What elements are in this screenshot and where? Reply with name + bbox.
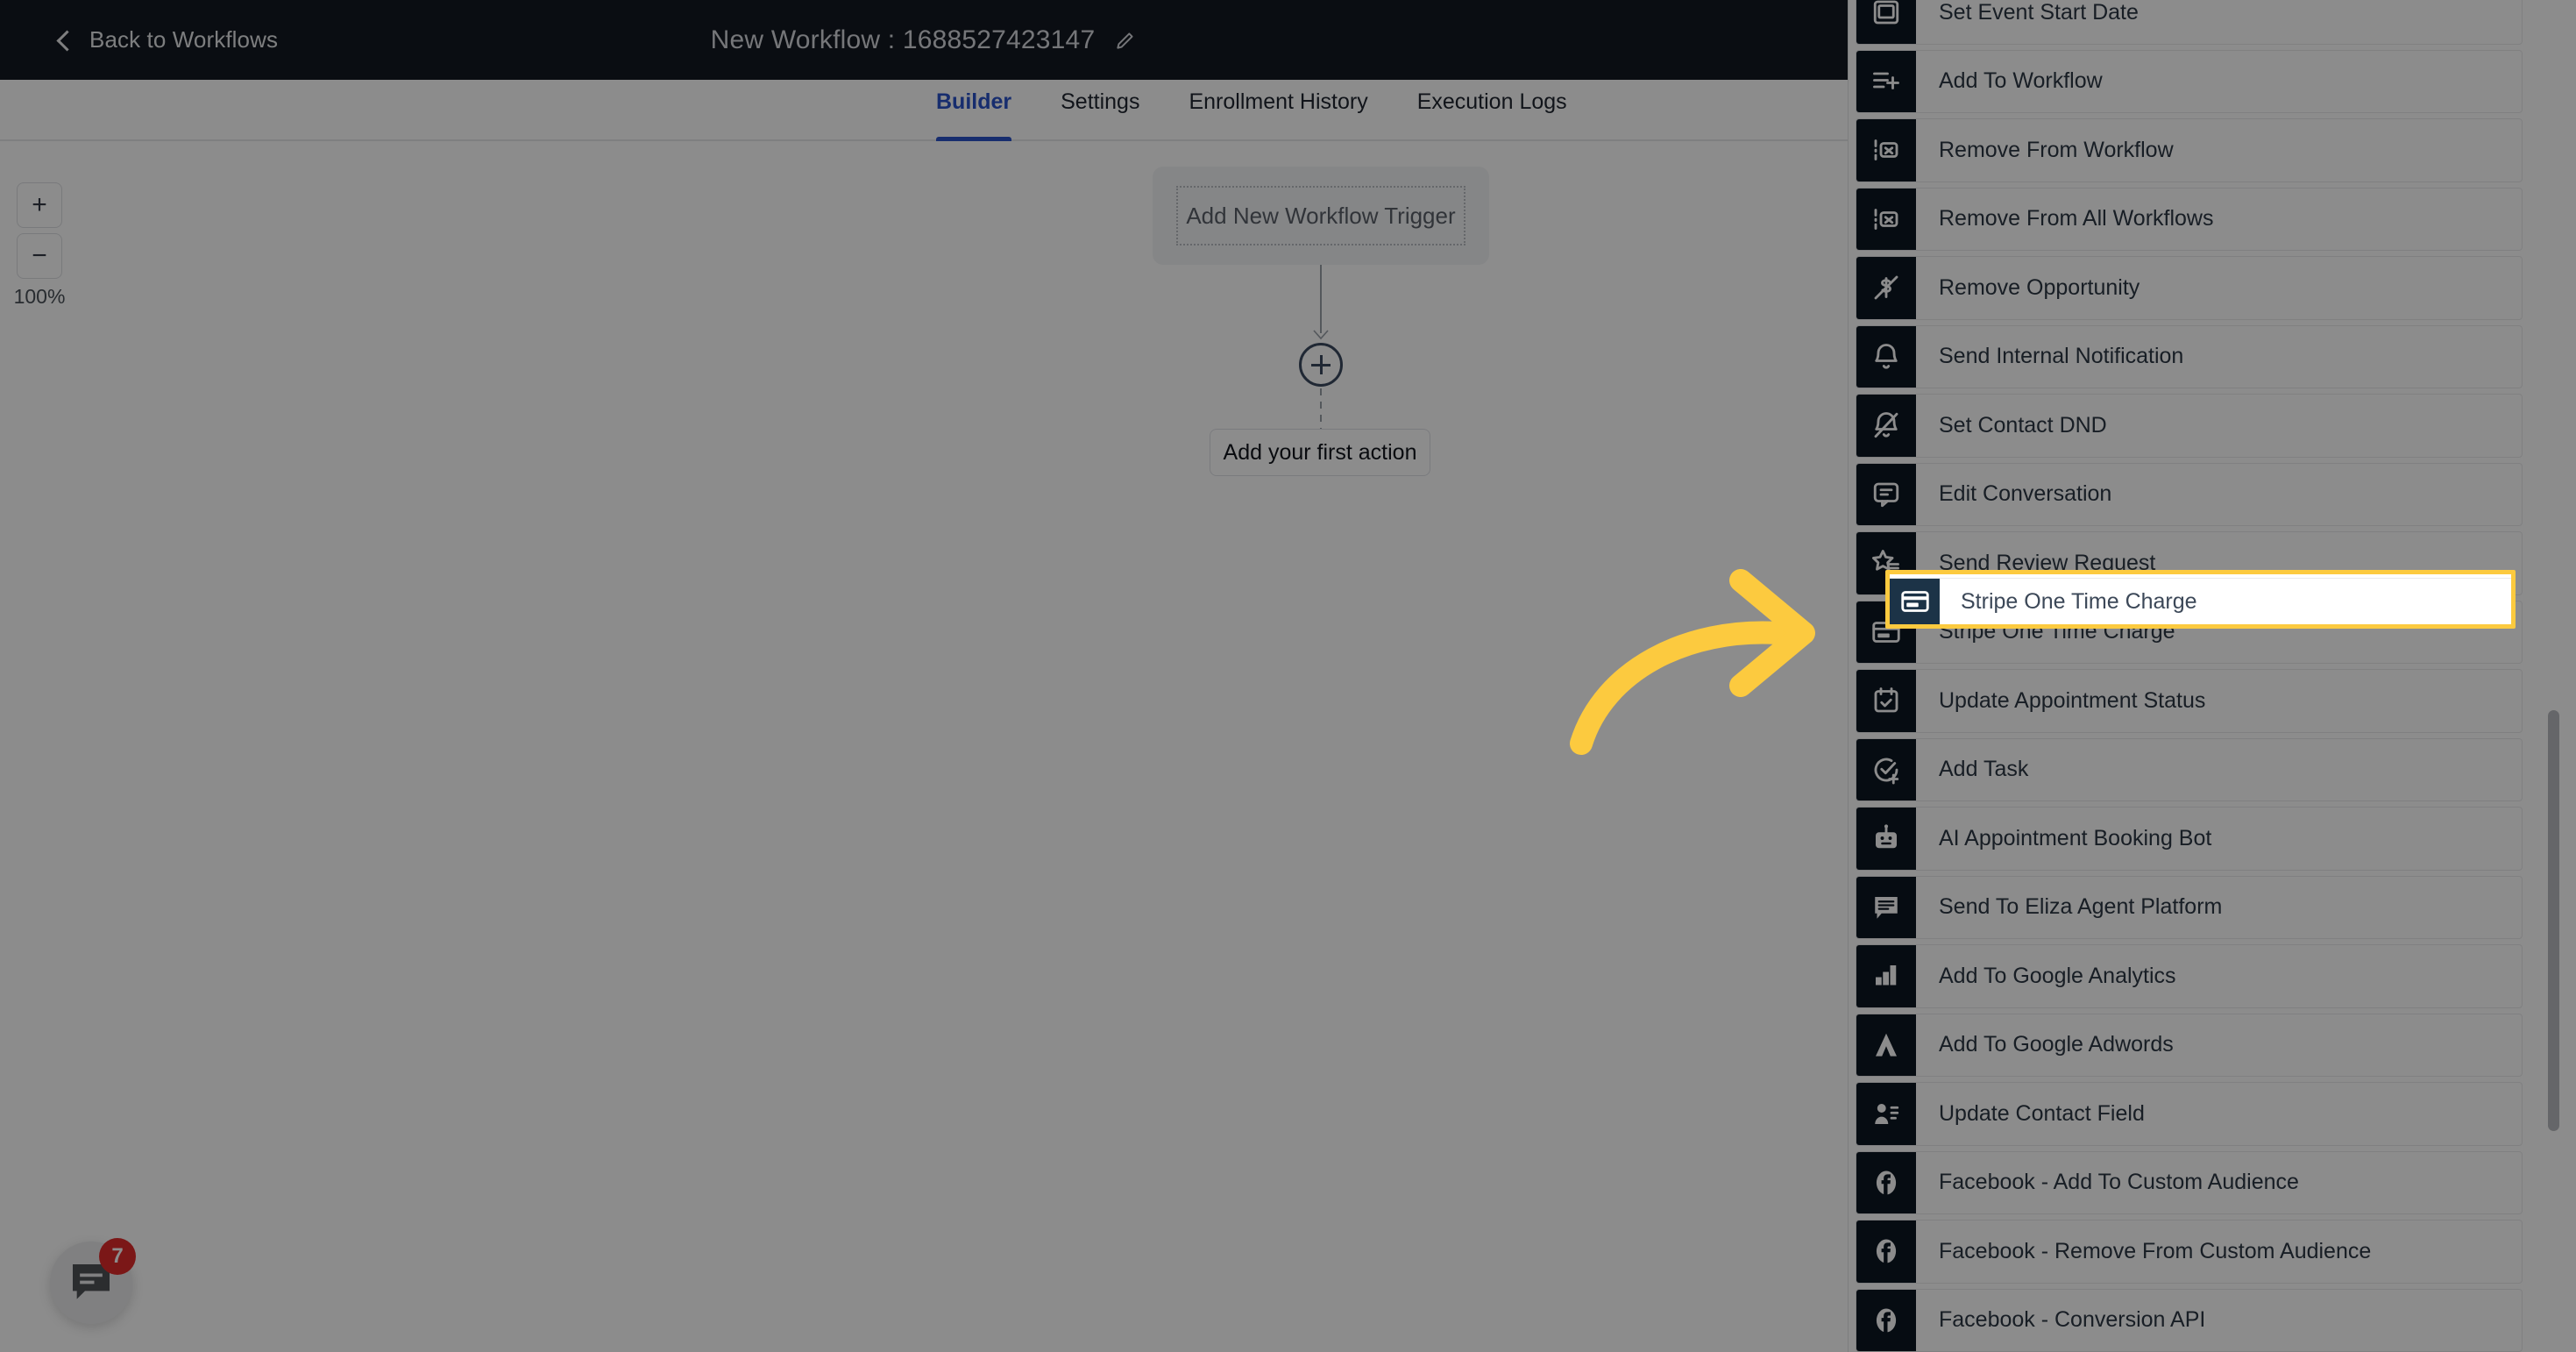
zoom-in-button[interactable]: + xyxy=(17,182,62,228)
action-list-item[interactable]: AI Appointment Booking Bot xyxy=(1848,804,2576,873)
action-list-item[interactable]: Facebook - Remove From Custom Audience xyxy=(1848,1217,2576,1286)
actions-side-panel: Set Event Start Date Add To Workflow Remov… xyxy=(1848,0,2576,1352)
action-list-item-label: Update Appointment Status xyxy=(1939,687,2206,713)
action-list-item-label: Send Internal Notification xyxy=(1939,344,2184,369)
action-list-item-label: Add To Google Adwords xyxy=(1939,1032,2174,1057)
add-node-plus-button[interactable] xyxy=(1299,343,1343,387)
zoom-level-label: 100% xyxy=(13,285,66,308)
tab-list: Builder Settings Enrollment History Exec… xyxy=(936,80,1616,141)
action-list-item[interactable]: Remove From Workflow xyxy=(1848,116,2576,185)
action-list-item-label: Facebook - Conversion API xyxy=(1939,1307,2206,1333)
highlighted-action-label: Stripe One Time Charge xyxy=(1961,588,2197,614)
tab-enrollment-history[interactable]: Enrollment History xyxy=(1189,80,1367,141)
list-plus-icon xyxy=(1856,50,1916,112)
zoom-out-button[interactable]: − xyxy=(17,233,62,279)
panel-scrollbar-thumb[interactable] xyxy=(2548,710,2559,1131)
google-ads-icon xyxy=(1856,1014,1916,1076)
analytics-bar-icon xyxy=(1856,945,1916,1007)
connector-arrowhead-icon xyxy=(1313,329,1329,340)
action-list-item[interactable]: Add To Google Analytics xyxy=(1848,942,2576,1011)
action-list-item-label: Send To Eliza Agent Platform xyxy=(1939,894,2223,920)
tab-bar: Builder Settings Enrollment History Exec… xyxy=(0,80,1848,141)
action-list-item-label: Add To Workflow xyxy=(1939,68,2103,94)
tab-execution-logs[interactable]: Execution Logs xyxy=(1417,80,1567,141)
action-list-item-label: Update Contact Field xyxy=(1939,1100,2145,1126)
check-circle-plus-icon xyxy=(1856,738,1916,801)
action-list-item-label: Remove Opportunity xyxy=(1939,274,2140,300)
chat-unread-badge: 7 xyxy=(99,1238,136,1275)
connector-line-top xyxy=(1320,265,1322,333)
top-header-bar: Back to Workflows New Workflow : 1688527… xyxy=(0,0,1848,80)
facebook-icon xyxy=(1856,1289,1916,1351)
back-to-workflows-label: Back to Workflows xyxy=(89,26,279,53)
chat-widget-button[interactable]: 7 xyxy=(50,1238,136,1324)
panel-scrollbar-track[interactable] xyxy=(2548,0,2560,1352)
action-list-item[interactable]: Send To Eliza Agent Platform xyxy=(1848,873,2576,943)
action-list-item-label: Edit Conversation xyxy=(1939,481,2112,507)
action-list-item-label: Facebook - Remove From Custom Audience xyxy=(1939,1238,2372,1263)
back-to-workflows-button[interactable]: Back to Workflows xyxy=(54,26,278,53)
action-list-item-label: Set Event Start Date xyxy=(1939,0,2139,25)
workflow-builder-app: Back to Workflows New Workflow : 1688527… xyxy=(0,0,2576,1352)
facebook-icon xyxy=(1856,1220,1916,1283)
message-lines-icon xyxy=(1856,876,1916,938)
connector-line-bottom xyxy=(1320,388,1322,430)
action-list-item[interactable]: Add To Workflow xyxy=(1848,47,2576,117)
screen-root: Back to Workflows New Workflow : 1688527… xyxy=(0,0,2576,1352)
credit-card-icon xyxy=(1890,579,1940,624)
action-list-item-label: Facebook - Add To Custom Audience xyxy=(1939,1170,2299,1195)
action-list-item-label: Remove From Workflow xyxy=(1939,137,2174,162)
workflow-canvas[interactable]: + − 100% Add New Workflow Trigger Add yo… xyxy=(0,143,1848,1352)
calendar-check-icon xyxy=(1856,670,1916,732)
conversation-icon xyxy=(1856,463,1916,525)
action-list-item[interactable]: Send Internal Notification xyxy=(1848,323,2576,392)
zoom-controls: + − 100% xyxy=(13,182,66,309)
action-list-item-label: AI Appointment Booking Bot xyxy=(1939,825,2212,850)
action-list-item[interactable]: Add Task xyxy=(1848,736,2576,805)
action-list-item[interactable]: Set Contact DND xyxy=(1848,391,2576,460)
action-list-item-label: Set Contact DND xyxy=(1939,412,2107,438)
contact-field-icon xyxy=(1856,1083,1916,1145)
action-list-item[interactable]: Update Appointment Status xyxy=(1848,666,2576,736)
action-list-item[interactable]: Remove From All Workflows xyxy=(1848,185,2576,254)
action-list-item[interactable]: Remove Opportunity xyxy=(1848,253,2576,323)
robot-icon xyxy=(1856,808,1916,870)
action-list-item[interactable]: Facebook - Add To Custom Audience xyxy=(1848,1149,2576,1218)
action-list-item[interactable]: Set Event Start Date xyxy=(1848,0,2576,47)
bell-icon xyxy=(1856,325,1916,388)
action-list-item[interactable]: Add To Google Adwords xyxy=(1848,1011,2576,1080)
bell-off-icon xyxy=(1856,395,1916,457)
chevron-left-icon xyxy=(54,31,74,50)
calendar-event-icon xyxy=(1856,0,1916,44)
actions-list: Set Event Start Date Add To Workflow Remov… xyxy=(1848,0,2576,1352)
pencil-icon[interactable] xyxy=(1114,29,1137,52)
facebook-icon xyxy=(1856,1151,1916,1213)
add-workflow-trigger-node[interactable]: Add New Workflow Trigger xyxy=(1153,167,1489,265)
tab-settings[interactable]: Settings xyxy=(1061,80,1139,141)
tab-builder[interactable]: Builder xyxy=(936,80,1012,141)
action-list-item-label: Add Task xyxy=(1939,757,2029,782)
action-list-item[interactable]: Edit Conversation xyxy=(1848,460,2576,530)
list-remove-icon xyxy=(1856,188,1916,250)
action-list-item-label: Remove From All Workflows xyxy=(1939,206,2214,231)
add-workflow-trigger-label: Add New Workflow Trigger xyxy=(1176,186,1465,245)
list-remove-icon xyxy=(1856,119,1916,181)
dollar-slash-icon xyxy=(1856,257,1916,319)
highlighted-action-stripe-one-time-charge[interactable]: Stripe One Time Charge xyxy=(1885,570,2516,629)
page-title: New Workflow : 1688527423147 xyxy=(710,25,1096,54)
action-list-item[interactable]: Facebook - Conversion API xyxy=(1848,1286,2576,1352)
action-list-item-label: Add To Google Analytics xyxy=(1939,963,2176,988)
add-first-action-button[interactable]: Add your first action xyxy=(1210,429,1430,476)
action-list-item[interactable]: Update Contact Field xyxy=(1848,1079,2576,1149)
